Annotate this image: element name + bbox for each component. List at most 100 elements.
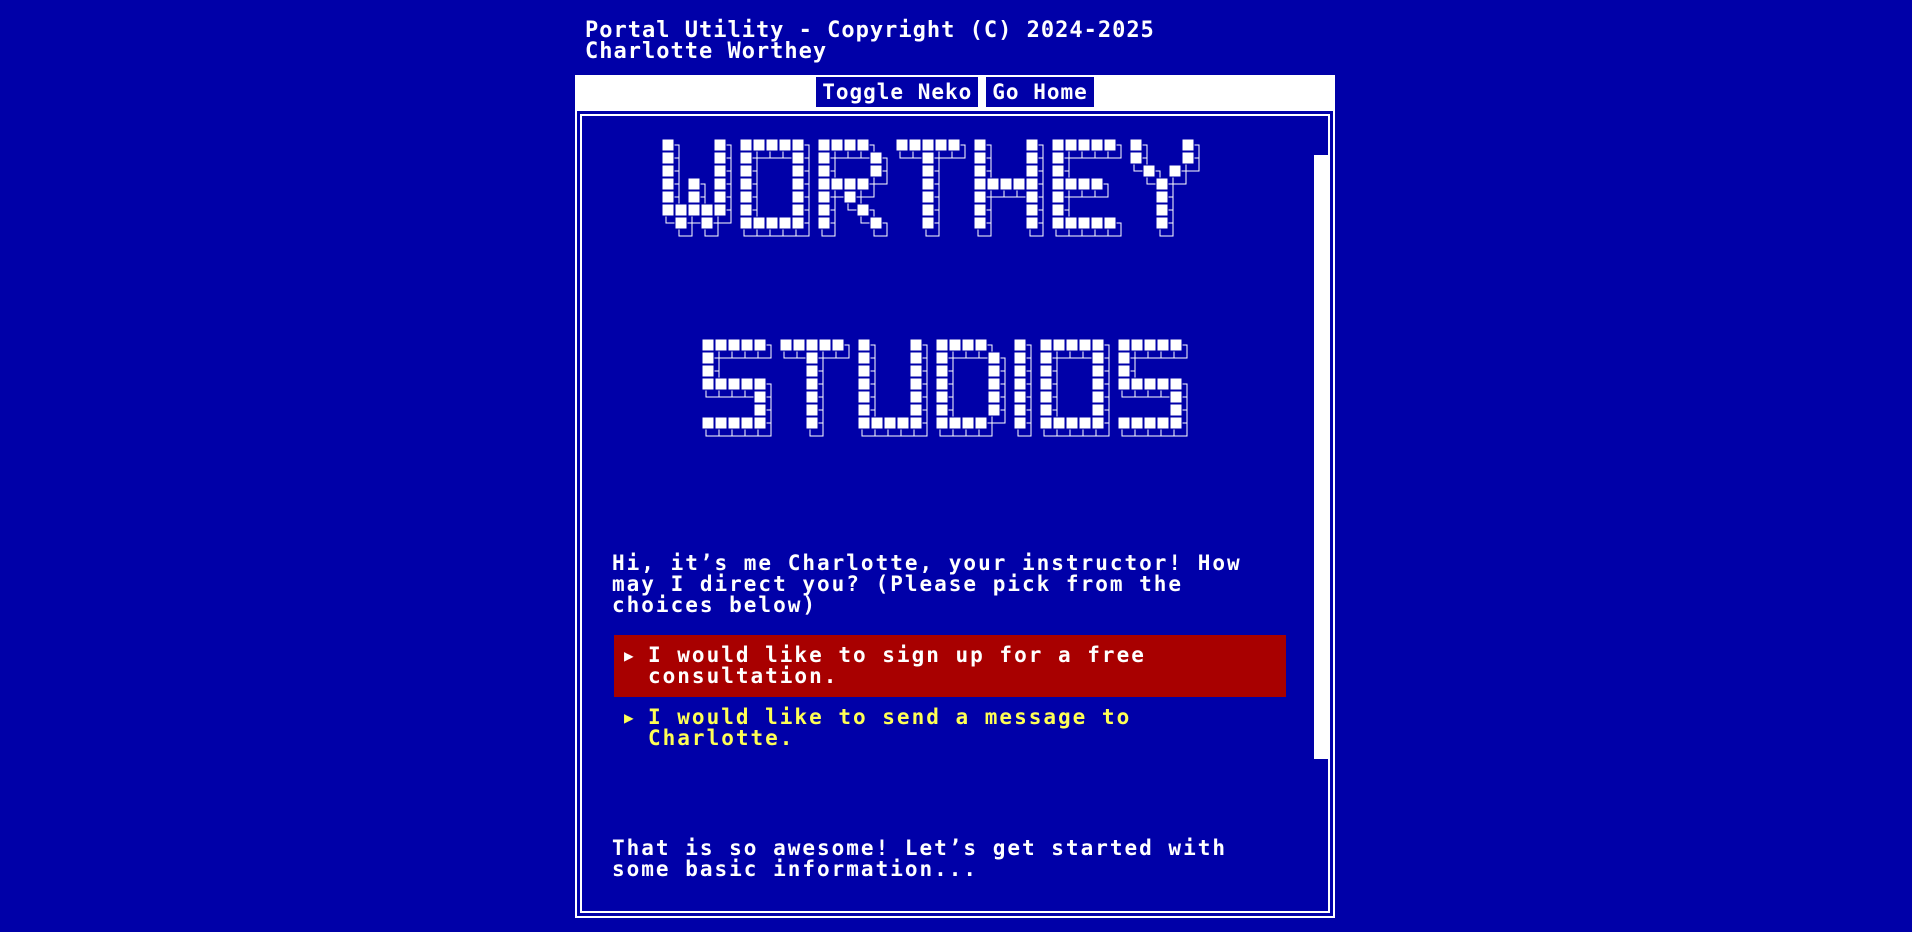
banner-pixel — [973, 203, 987, 217]
banner-pixel — [713, 203, 727, 217]
banner-pixel — [817, 139, 831, 152]
banner-pixel — [702, 377, 715, 391]
toggle-neko-button[interactable]: Toggle Neko — [816, 77, 979, 107]
banner-pixel — [831, 339, 845, 352]
banner-pixel — [714, 377, 728, 391]
banner-pixel — [1091, 339, 1105, 352]
banner-pixel — [805, 390, 819, 404]
banner-pixel — [921, 164, 935, 178]
banner-pixel — [1025, 164, 1039, 178]
banner-pixel — [702, 364, 715, 378]
content-panel: Hi, it’s me Charlotte, your instructor! … — [575, 109, 1335, 918]
banner-pixel — [779, 339, 793, 352]
choice-label: I would like to sign up for a free consu… — [648, 643, 1146, 688]
banner-pixel — [856, 177, 870, 191]
banner-pixel — [791, 203, 805, 217]
banner-pixel — [1169, 339, 1183, 352]
banner-pixel — [843, 190, 857, 204]
banner-pixel — [843, 177, 857, 191]
banner-pixel — [857, 351, 871, 365]
banner-pixel — [1039, 339, 1053, 352]
banner-studios-logo — [702, 339, 1188, 437]
banner-pixel — [909, 339, 923, 352]
banner-pixel — [1091, 364, 1105, 378]
banner-pixel — [662, 151, 675, 165]
banner-pixel — [702, 351, 715, 365]
banner-pixel — [1090, 177, 1104, 191]
banner-pixel — [857, 339, 871, 352]
banner-pixel — [896, 416, 910, 430]
banner-pixel — [935, 364, 949, 378]
banner-pixel — [987, 377, 1001, 391]
banner-pixel — [1025, 203, 1039, 217]
banner-pixel — [1012, 177, 1026, 191]
banner-pixel — [857, 416, 871, 430]
banner-pixel — [1039, 403, 1053, 417]
banner-pixel — [700, 216, 714, 230]
banner-pixel — [687, 190, 701, 204]
banner-worthey-logo — [662, 139, 1200, 237]
banner-pixel — [1143, 339, 1157, 352]
banner-pixel — [1143, 416, 1157, 430]
banner-pixel — [1077, 216, 1091, 230]
banner-pixel — [1051, 216, 1065, 230]
banner-pixel — [948, 339, 962, 352]
banner-pixel — [752, 139, 766, 152]
banner-pixel — [856, 139, 870, 152]
banner-pixel — [1064, 177, 1078, 191]
banner-pixel — [791, 190, 805, 204]
banner-pixel — [1052, 416, 1066, 430]
choice-free-consultation[interactable]: ▶ I would like to sign up for a free con… — [614, 635, 1286, 697]
banner-pixel — [973, 190, 987, 204]
banner-pixel — [921, 151, 935, 165]
banner-pixel — [805, 416, 819, 430]
banner-pixel — [739, 190, 753, 204]
go-home-button[interactable]: Go Home — [986, 77, 1094, 107]
banner-pixel — [1039, 364, 1053, 378]
banner-pixel — [973, 164, 987, 178]
banner-pixel — [1168, 164, 1182, 178]
banner-pixel — [999, 177, 1013, 191]
response-text: That is so awesome! Let’s get started wi… — [612, 836, 1242, 881]
intro-text: Hi, it’s me Charlotte, your instructor! … — [612, 551, 1257, 617]
banner-pixel — [921, 139, 935, 152]
banner-pixel — [987, 390, 1001, 404]
banner-pixel — [713, 151, 727, 165]
banner-pixel — [740, 416, 754, 430]
banner-pixel — [805, 339, 819, 352]
scrollbar[interactable] — [1314, 155, 1328, 759]
banner-pixel — [1051, 164, 1065, 178]
banner-pixel — [1065, 339, 1079, 352]
banner-pixel — [935, 416, 949, 430]
banner-pixel — [909, 390, 923, 404]
banner-pixel — [817, 177, 831, 191]
banner-pixel — [909, 403, 923, 417]
banner-pixel — [1117, 416, 1131, 430]
banner-pixel — [973, 216, 987, 230]
banner-pixel — [817, 151, 831, 165]
banner-pixel — [791, 216, 805, 230]
banner-pixel — [987, 351, 1001, 365]
banner-pixel — [830, 177, 844, 191]
banner-pixel — [869, 216, 883, 230]
banner-pixel — [1013, 403, 1027, 417]
banner-pixel — [791, 139, 805, 152]
banner-pixel — [1117, 339, 1131, 352]
banner-pixel — [935, 339, 949, 352]
banner-pixel — [674, 216, 688, 230]
banner-pixel — [1156, 339, 1170, 352]
banner-pixel — [753, 377, 767, 391]
choice-label: I would like to send a message to Charlo… — [648, 705, 1132, 750]
banner-pixel — [687, 203, 701, 217]
banner-pixel — [805, 403, 819, 417]
banner-pixel — [1181, 151, 1195, 165]
choice-send-message[interactable]: ▶ I would like to send a message to Char… — [614, 707, 1286, 753]
banner-pixel — [702, 339, 715, 352]
banner-pixel — [1129, 151, 1143, 165]
banner-pixel — [1013, 364, 1027, 378]
banner-pixel — [713, 177, 727, 191]
banner-pixel — [1064, 139, 1078, 152]
banner-pixel — [805, 377, 819, 391]
banner-pixel — [700, 203, 714, 217]
banner-pixel — [935, 390, 949, 404]
